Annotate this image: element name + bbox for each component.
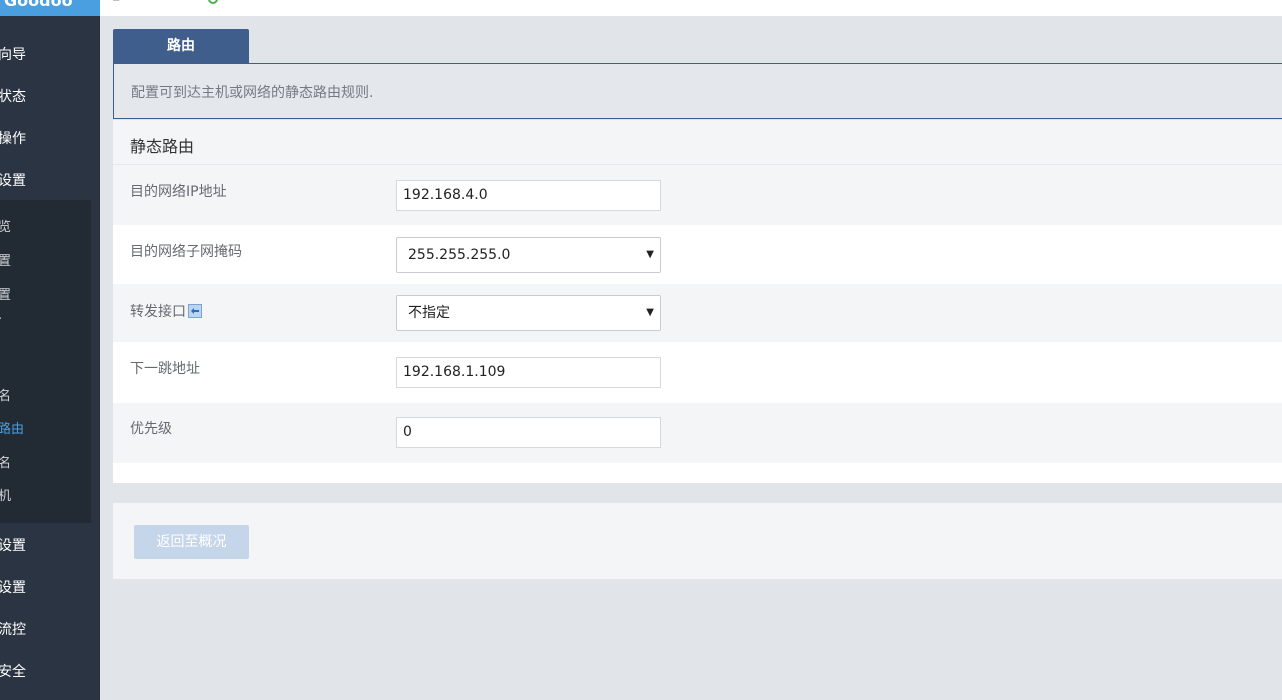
menu-toggle-icon[interactable]: ≡ [112, 0, 120, 5]
help-icon[interactable] [188, 304, 202, 318]
description-box: 配置可到达主机或网络的静态路由规则. [113, 63, 1282, 119]
status-indicator-icon [208, 0, 218, 4]
nav-item-settings[interactable]: 设置 [0, 170, 26, 190]
sidebar-submenu: 览 置 置 · 名 路由 名 机 [0, 200, 91, 523]
priority-input[interactable]: 0 [396, 417, 661, 448]
row-interface: 转发接口 不指定 ▼ [113, 284, 1282, 342]
submenu-item-host[interactable]: 机 [0, 485, 11, 504]
interface-label: 转发接口 [130, 304, 186, 320]
netmask-select[interactable]: 255.255.255.0 ▼ [396, 237, 661, 273]
nav-item-wizard[interactable]: 向导 [0, 44, 26, 64]
row-netmask: 目的网络子网掩码 255.255.255.0 ▼ [113, 225, 1282, 284]
description-text: 配置可到达主机或网络的静态路由规则. [131, 85, 374, 101]
submenu-item-config-2[interactable]: 置 [0, 284, 11, 303]
nav-item-status[interactable]: 状态 [0, 86, 26, 106]
logo: Goodoo [0, 0, 100, 16]
tab-routing[interactable]: 路由 [113, 29, 249, 64]
dest-ip-input[interactable]: 192.168.4.0 [396, 180, 661, 211]
nav-item-operations[interactable]: 操作 [0, 128, 26, 148]
netmask-value: 255.255.255.0 [408, 247, 511, 263]
top-bar: ≡ [100, 0, 1282, 16]
interface-value: 不指定 [408, 305, 450, 321]
dest-ip-label: 目的网络IP地址 [130, 184, 227, 200]
chevron-down-icon: ▼ [646, 249, 654, 260]
nav-item-security[interactable]: 安全 [0, 661, 26, 681]
submenu-item-name-1[interactable]: 名 [0, 385, 11, 404]
submenu-item-routing[interactable]: 路由 [0, 418, 24, 437]
interface-label-wrap: 转发接口 [130, 301, 202, 321]
nav-item-settings-2[interactable]: 设置 [0, 535, 26, 555]
next-hop-input[interactable]: 192.168.1.109 [396, 357, 661, 388]
next-hop-label: 下一跳地址 [130, 361, 200, 377]
nav-item-settings-3[interactable]: 设置 [0, 577, 26, 597]
submenu-item-dot[interactable]: · [0, 312, 2, 327]
submenu-item-overview[interactable]: 览 [0, 216, 11, 235]
back-to-overview-button[interactable]: 返回至概况 [134, 525, 249, 559]
netmask-label: 目的网络子网掩码 [130, 244, 242, 260]
priority-label: 优先级 [130, 421, 172, 437]
section-title: 静态路由 [130, 137, 195, 156]
row-priority: 优先级 0 [113, 403, 1282, 463]
action-bar: 返回至概况 [113, 503, 1282, 579]
interface-select[interactable]: 不指定 ▼ [396, 295, 661, 331]
submenu-item-name-2[interactable]: 名 [0, 452, 11, 471]
row-next-hop: 下一跳地址 192.168.1.109 [113, 342, 1282, 403]
static-route-section: 静态路由 目的网络IP地址 192.168.4.0 目的网络子网掩码 255.2… [113, 120, 1282, 483]
chevron-down-icon: ▼ [646, 307, 654, 318]
section-footer-space [113, 463, 1282, 483]
nav-item-flow-control[interactable]: 流控 [0, 619, 26, 639]
row-dest-ip: 目的网络IP地址 192.168.4.0 [113, 165, 1282, 225]
sidebar: Goodoo 向导 状态 操作 设置 览 置 置 · 名 路由 名 机 设置 设… [0, 0, 100, 700]
submenu-item-config-1[interactable]: 置 [0, 250, 11, 269]
